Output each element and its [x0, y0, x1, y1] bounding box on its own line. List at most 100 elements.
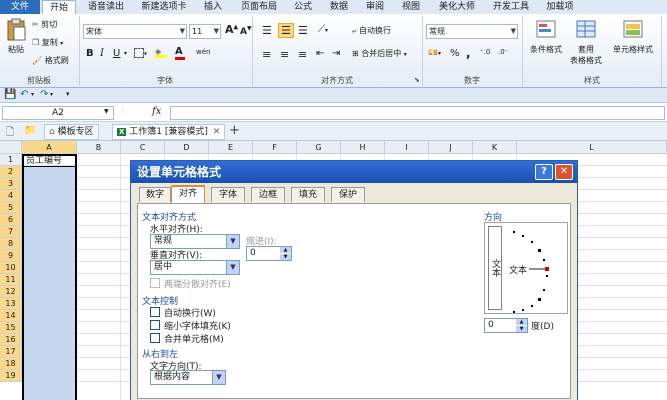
align-bottom-button[interactable]: ☰ — [298, 24, 308, 37]
font-name-combo[interactable]: 宋体 ▼ — [83, 24, 187, 39]
column-header-A[interactable]: A — [22, 141, 77, 154]
row-header-12[interactable]: 12 — [0, 286, 22, 298]
tab-home[interactable]: 开始 — [42, 0, 76, 14]
redo-dropdown-icon[interactable]: ▾ — [50, 91, 53, 98]
row-header-8[interactable]: 8 — [0, 238, 22, 250]
number-format-combo[interactable]: 常规 ▼ — [426, 24, 518, 39]
spin-down-icon[interactable]: ▼ — [516, 326, 527, 332]
spin-down-icon[interactable]: ▼ — [280, 254, 291, 260]
grow-font-button[interactable]: A▲ — [225, 23, 238, 36]
orientation-button[interactable]: ⟋▾ — [318, 24, 328, 35]
format-as-table-button[interactable]: 套用 表格格式 — [566, 18, 606, 66]
row-header-4[interactable]: 4 — [0, 190, 22, 202]
chevron-down-icon[interactable]: ▼ — [104, 108, 109, 115]
tab-protection[interactable]: 保护 — [331, 187, 365, 202]
align-right-button[interactable]: ≡ — [298, 48, 307, 61]
tab-font[interactable]: 字体 — [211, 187, 245, 202]
undo-icon[interactable]: ↶ — [20, 89, 28, 100]
spin-up-icon[interactable]: ▲ — [280, 247, 291, 253]
column-header-I[interactable]: I — [385, 141, 429, 154]
align-left-button[interactable]: ≡ — [262, 48, 271, 61]
column-header-J[interactable]: J — [429, 141, 473, 154]
align-middle-button[interactable]: ☰ — [278, 23, 294, 38]
merge-cells-checkbox[interactable] — [150, 333, 160, 343]
decrease-decimal-button[interactable]: .0⁻ — [498, 48, 508, 56]
vertical-align-select[interactable]: 居中 ▼ — [150, 260, 240, 275]
column-header-B[interactable]: B — [77, 141, 121, 154]
row-header-16[interactable]: 16 — [0, 334, 22, 346]
phonetic-button[interactable]: wén — [196, 48, 210, 56]
row-header-7[interactable]: 7 — [0, 226, 22, 238]
select-all-corner[interactable] — [0, 141, 22, 154]
cut-button[interactable]: ✂ 剪切 — [32, 19, 57, 30]
column-header-K[interactable]: K — [473, 141, 517, 154]
align-top-button[interactable]: ☰ — [262, 24, 272, 37]
format-painter-button[interactable]: 🖌 格式刷 — [32, 55, 69, 66]
vertical-text-button[interactable]: 文本 — [488, 226, 502, 310]
cell-A1[interactable]: 员工编号 — [22, 154, 77, 167]
tab-data[interactable]: 数据 — [324, 0, 354, 14]
tab-speech[interactable]: 语音读出 — [80, 0, 132, 14]
align-center-button[interactable]: ≡ — [280, 48, 289, 61]
redo-icon[interactable]: ↷ — [40, 89, 48, 100]
row-header-13[interactable]: 13 — [0, 298, 22, 310]
paste-button[interactable]: 粘贴 — [4, 18, 28, 55]
conditional-format-button[interactable]: 条件格式 — [526, 18, 566, 55]
row-header-2[interactable]: 2 — [0, 166, 22, 178]
merge-center-button[interactable]: ⊞ 合并后居中 ▾ — [352, 48, 407, 59]
percent-button[interactable]: % — [450, 48, 460, 59]
degrees-spinner[interactable]: 0 ▲ ▼ — [484, 318, 528, 333]
row-header-5[interactable]: 5 — [0, 202, 22, 214]
copy-button[interactable]: ❐ 复制 ▾ — [32, 37, 63, 48]
selected-range[interactable] — [22, 167, 77, 400]
column-header-G[interactable]: G — [297, 141, 341, 154]
underline-button[interactable]: U — [113, 48, 120, 59]
tab-new-tab[interactable]: 新建选项卡 — [134, 0, 194, 14]
tab-workbook[interactable]: X 工作簿1 [兼容模式] ✕ — [112, 124, 226, 140]
tab-page-layout[interactable]: 页面布局 — [234, 0, 284, 14]
tab-number[interactable]: 数字 — [139, 187, 171, 202]
indent-spinner[interactable]: 0 ▲ ▼ — [246, 246, 292, 261]
row-header-15[interactable]: 15 — [0, 322, 22, 334]
decrease-indent-button[interactable]: ⇤ — [316, 48, 324, 59]
row-header-17[interactable]: 17 — [0, 346, 22, 358]
distributed-checkbox[interactable] — [150, 278, 160, 288]
row-header-19[interactable]: 19 — [0, 370, 22, 382]
close-button[interactable]: ✕ — [555, 164, 573, 180]
row-header-18[interactable]: 18 — [0, 358, 22, 370]
fill-color-button[interactable]: ◈ — [155, 47, 167, 58]
tab-addins[interactable]: 加载项 — [540, 0, 580, 14]
insert-function-icon[interactable]: fx — [152, 106, 161, 117]
cell-styles-button[interactable]: 单元格样式 — [607, 18, 659, 55]
tab-formulas[interactable]: 公式 — [288, 0, 318, 14]
increase-decimal-button[interactable]: ⁺.0 — [480, 48, 490, 56]
wrap-text-button[interactable]: ⤶ 自动换行 — [352, 25, 391, 36]
tab-insert[interactable]: 插入 — [196, 0, 230, 14]
italic-button[interactable]: I — [100, 48, 104, 59]
tab-review[interactable]: 审阅 — [360, 0, 390, 14]
tab-fill[interactable]: 填充 — [291, 187, 325, 202]
column-header-E[interactable]: E — [209, 141, 253, 154]
save-icon[interactable]: 💾 — [4, 89, 16, 100]
name-box[interactable]: A2 — [2, 106, 114, 120]
undo-dropdown-icon[interactable]: ▾ — [31, 91, 34, 98]
column-header-D[interactable]: D — [165, 141, 209, 154]
row-header-11[interactable]: 11 — [0, 274, 22, 286]
column-header-L[interactable]: L — [517, 141, 667, 154]
alignment-dialog-launcher[interactable]: ⬊ — [414, 76, 420, 84]
column-header-C[interactable]: C — [121, 141, 165, 154]
shrink-font-button[interactable]: A▼ — [240, 25, 252, 37]
shrink-to-fit-checkbox[interactable] — [150, 320, 160, 330]
tab-border[interactable]: 边框 — [251, 187, 285, 202]
tab-beautify[interactable]: 美化大师 — [432, 0, 482, 14]
row-header-6[interactable]: 6 — [0, 214, 22, 226]
row-header-10[interactable]: 10 — [0, 262, 22, 274]
increase-indent-button[interactable]: ⇥ — [332, 48, 340, 59]
folder-icon[interactable]: 📁 — [24, 125, 36, 136]
tab-view[interactable]: 视图 — [396, 0, 426, 14]
formula-input[interactable] — [170, 106, 665, 120]
row-header-1[interactable]: 1 — [0, 154, 22, 166]
tab-alignment[interactable]: 对齐 — [171, 185, 205, 203]
horizontal-align-select[interactable]: 常规 ▼ — [150, 234, 240, 249]
comma-button[interactable]: , — [466, 46, 471, 60]
